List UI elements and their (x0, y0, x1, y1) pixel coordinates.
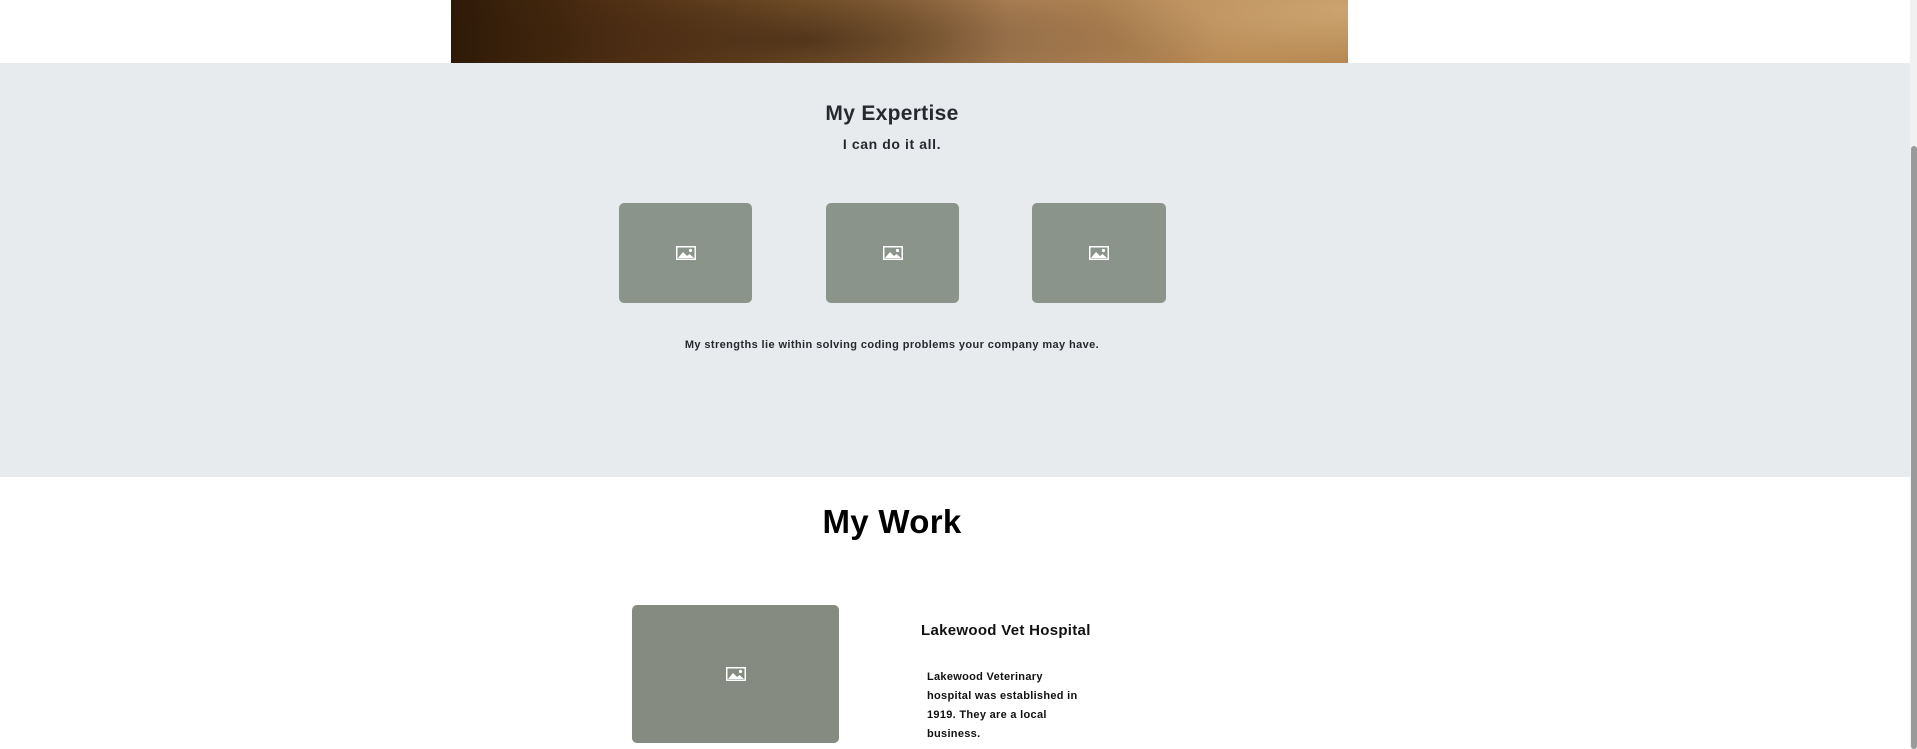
expertise-title: My Expertise (825, 102, 959, 125)
expertise-card (619, 203, 752, 303)
image-placeholder-icon (1089, 246, 1109, 260)
page: My Expertise I can do it all. My strengt… (0, 0, 1917, 749)
project-title: Lakewood Vet Hospital (921, 622, 1091, 639)
image-placeholder-icon (675, 246, 696, 260)
expertise-description: My strengths lie within solving coding p… (684, 339, 1100, 351)
project-image[interactable] (632, 605, 839, 743)
expertise-subtitle: I can do it all. (842, 136, 942, 152)
image-placeholder-icon (725, 667, 746, 681)
image-placeholder-icon (882, 246, 903, 260)
hero-image (451, 0, 1348, 63)
expertise-card (1032, 203, 1166, 303)
work-title: My Work (822, 503, 962, 540)
project-description: Lakewood Veterinary hospital was establi… (927, 671, 1078, 740)
scrollbar-thumb[interactable] (1911, 146, 1917, 749)
expertise-card (826, 203, 959, 303)
expertise-section: My Expertise I can do it all. My strengt… (0, 63, 1917, 477)
